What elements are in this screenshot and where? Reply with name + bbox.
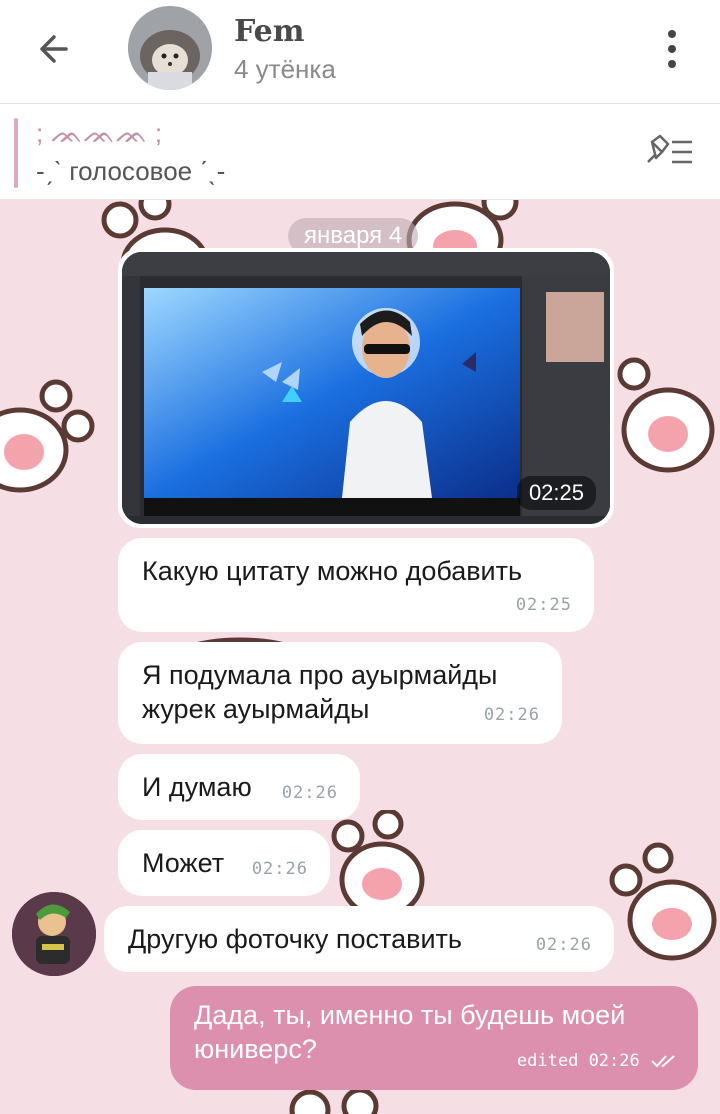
- incoming-message[interactable]: Другую фоточку поставить 02:26: [104, 906, 614, 972]
- more-menu-button[interactable]: [658, 26, 686, 74]
- chat-messages[interactable]: января 4 02:25 Какую цитату можно добави…: [0, 200, 720, 1114]
- outgoing-message[interactable]: Дада, ты, именно ты будешь моей юниверс?…: [170, 986, 698, 1090]
- pinned-title: ; ᨏᨏᨏ ;: [36, 118, 163, 148]
- message-text: Может: [142, 848, 225, 878]
- incoming-message[interactable]: И думаю 02:26: [118, 754, 360, 820]
- message-time: 02:26: [535, 935, 592, 955]
- message-text: Я подумала про ауырмайды журек ауырмайды: [142, 660, 498, 724]
- photo-timestamp: 02:25: [516, 476, 596, 510]
- message-text: Какую цитату можно добавить: [142, 556, 523, 586]
- arrow-left-icon: [40, 35, 68, 63]
- edited-time-label: edited 02:26: [516, 1051, 640, 1071]
- message-time: 02:26: [281, 783, 338, 803]
- message-time: 02:26: [483, 705, 540, 725]
- photo-image[interactable]: 02:25: [122, 252, 610, 524]
- message-time: 02:26: [251, 859, 308, 879]
- paw-decoration: [617, 357, 715, 473]
- contact-avatar[interactable]: [128, 6, 212, 90]
- paw-decoration: [609, 842, 717, 961]
- message-time: 02:25: [515, 595, 572, 615]
- sender-avatar[interactable]: [12, 892, 96, 976]
- message-text: Другую фоточку поставить: [128, 924, 462, 954]
- incoming-message[interactable]: Какую цитату можно добавить 02:25: [118, 538, 594, 632]
- pinned-text: -ˏˋ голосовое ˊˎ-: [36, 156, 226, 186]
- sender-avatar-image: [12, 892, 96, 976]
- message-time: edited 02:26: [517, 1044, 680, 1078]
- message-text: И думаю: [142, 772, 252, 802]
- incoming-message[interactable]: Я подумала про ауырмайды журек ауырмайды…: [118, 642, 562, 744]
- pin-list-icon: [647, 134, 692, 164]
- chat-title[interactable]: Fem: [234, 14, 305, 49]
- paw-decoration: [0, 379, 95, 493]
- hedgehog-avatar-image: [128, 6, 212, 90]
- more-vertical-icon: [668, 30, 676, 38]
- chat-subtitle: 4 утёнка: [234, 54, 336, 84]
- pinned-message-bar[interactable]: ; ᨏᨏᨏ ; -ˏˋ голосовое ˊˎ-: [0, 104, 720, 200]
- pinned-list-button[interactable]: [642, 132, 696, 177]
- chat-header: Fem 4 утёнка: [0, 0, 720, 104]
- double-check-icon: [651, 1055, 675, 1068]
- pinned-indicator: [14, 118, 18, 188]
- incoming-message[interactable]: Может 02:26: [118, 830, 330, 896]
- back-button[interactable]: [30, 24, 80, 74]
- photo-message[interactable]: 02:25: [118, 248, 614, 528]
